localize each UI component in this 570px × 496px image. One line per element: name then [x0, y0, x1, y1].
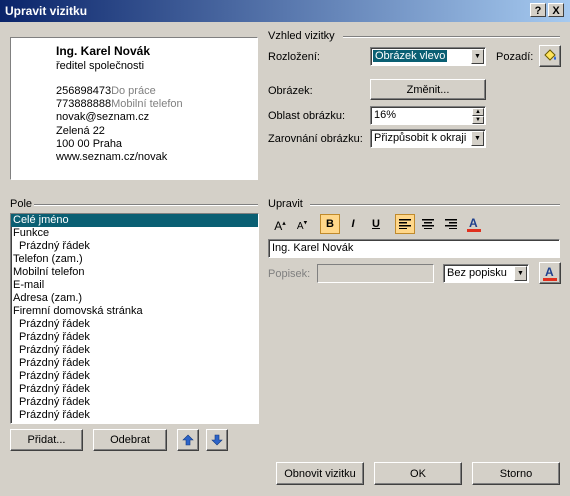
caption-dropdown-value: Bez popisku	[447, 267, 507, 279]
field-text-value: Ing. Karel Novák	[272, 242, 354, 254]
list-item[interactable]: Prázdný řádek	[11, 318, 258, 331]
edit-header: Upravit	[268, 198, 303, 210]
image-area-spinner[interactable]: 16% ▲ ▼	[370, 106, 486, 125]
arrow-down-icon	[211, 434, 223, 446]
card-city: 100 00 Praha	[56, 138, 123, 150]
caption-font-color-button[interactable]: A	[539, 262, 561, 284]
card-phone-work-number: 256898473	[56, 85, 112, 97]
grow-font-icon: A▴	[274, 219, 286, 233]
window-title: Upravit vizitku	[5, 4, 88, 18]
background-label: Pozadí:	[496, 51, 534, 63]
list-item[interactable]: Funkce	[11, 227, 258, 240]
background-button[interactable]	[539, 45, 561, 67]
fields-list[interactable]: Celé jméno Funkce Prázdný řádek Telefon …	[10, 213, 259, 424]
paint-bucket-icon	[544, 49, 556, 61]
card-phone-work-label: Do práce	[111, 85, 156, 97]
close-button[interactable]: X	[548, 3, 564, 17]
chevron-down-icon: ▼	[471, 131, 484, 146]
cancel-button[interactable]: Storno	[472, 462, 560, 485]
shrink-font-icon: A▾	[296, 220, 308, 233]
card-position: ředitel společnosti	[56, 60, 145, 72]
remove-field-button[interactable]: Odebrat	[93, 429, 167, 451]
font-color-button[interactable]: A	[464, 214, 484, 234]
align-right-icon	[445, 219, 457, 229]
move-up-button[interactable]	[177, 429, 199, 451]
list-item[interactable]: Prázdný řádek	[11, 370, 258, 383]
move-down-button[interactable]	[206, 429, 228, 451]
bold-icon: B	[326, 218, 334, 230]
image-area-label: Oblast obrázku:	[268, 110, 346, 122]
add-field-button[interactable]: Přidat...	[10, 429, 83, 451]
italic-button[interactable]: I	[343, 214, 363, 234]
svg-text:A: A	[469, 216, 478, 230]
image-align-dropdown[interactable]: Přizpůsobit k okraji ▼	[370, 129, 486, 148]
reset-card-button[interactable]: Obnovit vizitku	[276, 462, 364, 485]
layout-value: Obrázek vlevo	[373, 50, 448, 62]
fields-separator	[34, 204, 258, 206]
list-item[interactable]: Prázdný řádek	[11, 396, 258, 409]
caption-dropdown[interactable]: Bez popisku ▼	[443, 264, 529, 283]
list-item[interactable]: Prázdný řádek	[11, 357, 258, 370]
card-phone-mobile-label: Mobilní telefon	[111, 98, 183, 110]
list-item[interactable]: Firemní domovská stránka	[11, 305, 258, 318]
chevron-down-icon: ▼	[514, 266, 527, 281]
change-image-button[interactable]: Změnit...	[370, 79, 486, 100]
card-web: www.seznam.cz/novak	[56, 151, 168, 163]
card-name: Ing. Karel Novák	[56, 44, 151, 58]
caption-input	[317, 264, 434, 283]
align-right-button[interactable]	[441, 214, 461, 234]
underline-button[interactable]: U	[366, 214, 386, 234]
spin-down-icon[interactable]: ▼	[472, 116, 484, 124]
align-left-icon	[399, 219, 411, 229]
fields-header: Pole	[10, 198, 33, 210]
image-area-value: 16%	[374, 109, 397, 121]
help-button[interactable]: ?	[530, 3, 546, 17]
appearance-header: Vzhled vizitky	[268, 30, 335, 42]
field-text-input[interactable]: Ing. Karel Novák	[268, 239, 560, 258]
svg-text:A: A	[545, 265, 554, 279]
spin-up-icon[interactable]: ▲	[472, 108, 484, 116]
shrink-font-button[interactable]: A▾	[292, 214, 312, 234]
arrow-up-icon	[182, 434, 194, 446]
card-photo	[21, 44, 53, 78]
list-item[interactable]: Adresa (zam.)	[11, 292, 258, 305]
list-item[interactable]: Telefon (zam.)	[11, 253, 258, 266]
appearance-separator	[343, 36, 560, 38]
list-item[interactable]: Prázdný řádek	[11, 344, 258, 357]
image-align-label: Zarovnání obrázku:	[268, 133, 363, 145]
card-phone-work: 256898473Do práce	[56, 85, 156, 97]
list-item[interactable]: Celé jméno	[11, 214, 258, 227]
title-bar: Upravit vizitku ? X	[0, 0, 570, 22]
bold-button[interactable]: B	[320, 214, 340, 234]
caption-label: Popisek:	[268, 268, 311, 280]
card-preview: Ing. Karel Novák ředitel společnosti 256…	[10, 37, 258, 180]
ok-button[interactable]: OK	[374, 462, 462, 485]
list-item[interactable]: Prázdný řádek	[11, 409, 258, 422]
card-phone-mobile: 773888888Mobilní telefon	[56, 98, 183, 110]
layout-label: Rozložení:	[268, 51, 320, 63]
list-item[interactable]: Prázdný řádek	[11, 240, 258, 253]
card-street: Zelená 22	[56, 125, 105, 137]
list-item[interactable]: Prázdný řádek	[11, 383, 258, 396]
image-align-value: Přizpůsobit k okraji	[374, 132, 467, 144]
align-center-icon	[422, 219, 434, 229]
underline-icon: U	[372, 218, 380, 230]
align-center-button[interactable]	[418, 214, 438, 234]
layout-dropdown[interactable]: Obrázek vlevo ▼	[370, 47, 486, 66]
list-item[interactable]: Prázdný řádek	[11, 331, 258, 344]
card-phone-mobile-number: 773888888	[56, 98, 112, 110]
grow-font-button[interactable]: A▴	[270, 214, 290, 234]
edit-separator	[310, 204, 560, 206]
align-left-button[interactable]	[395, 214, 415, 234]
font-color-icon: A	[467, 216, 481, 232]
list-item[interactable]: E-mail	[11, 279, 258, 292]
image-label: Obrázek:	[268, 85, 313, 97]
font-color-icon: A	[543, 265, 557, 281]
card-email: novak@seznam.cz	[56, 111, 150, 123]
chevron-down-icon: ▼	[471, 49, 484, 64]
italic-icon: I	[351, 218, 355, 230]
list-item[interactable]: Mobilní telefon	[11, 266, 258, 279]
